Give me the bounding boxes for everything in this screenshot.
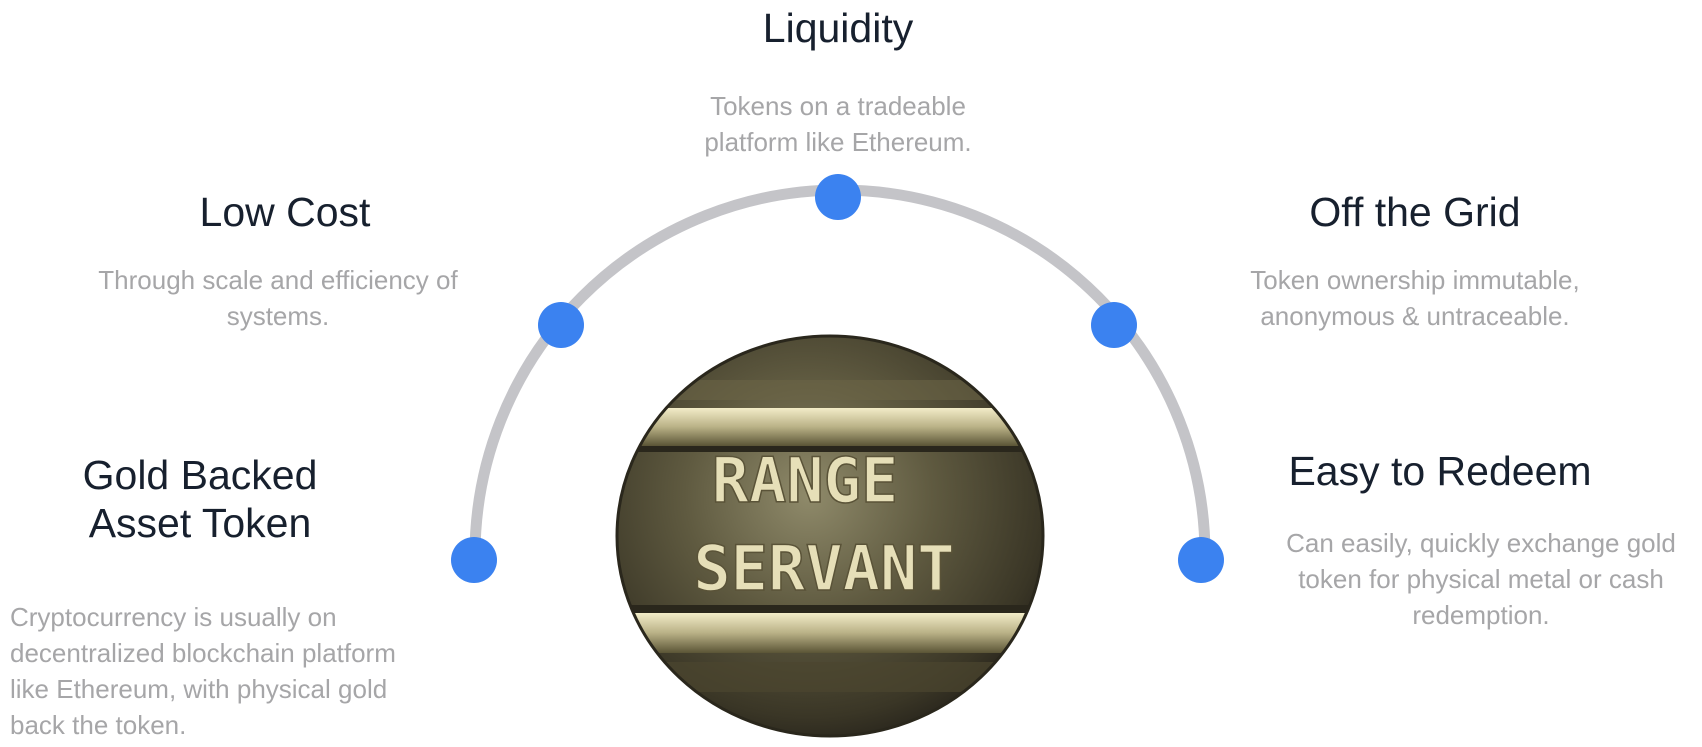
off-the-grid-description: Token ownership immutable, anonymous & u… xyxy=(1250,265,1580,331)
coin-line2: SERVANT xyxy=(693,532,954,605)
coin-line1: RANGE xyxy=(712,444,899,517)
low-cost-title: Low Cost xyxy=(199,189,371,235)
low-cost-description: Through scale and efficiency of systems. xyxy=(98,265,458,331)
diagram: RANGE SERVANT Liquidity Tokens on a trad… xyxy=(0,0,1702,747)
off-the-grid-title: Off the Grid xyxy=(1309,189,1521,235)
liquidity-description: Tokens on a tradeable platform like Ethe… xyxy=(704,91,972,157)
gold-backed-description: Cryptocurrency is usually on decentraliz… xyxy=(10,602,396,740)
gold-backed-title: Gold Backed Asset Token xyxy=(82,452,318,546)
node-low-cost xyxy=(538,302,584,348)
node-easy-to-redeem xyxy=(1178,537,1224,583)
node-gold-backed xyxy=(451,537,497,583)
easy-to-redeem-title: Easy to Redeem xyxy=(1288,448,1592,494)
liquidity-title: Liquidity xyxy=(762,5,914,51)
coin-image: RANGE SERVANT xyxy=(617,336,1043,736)
easy-to-redeem-description: Can easily, quickly exchange gold token … xyxy=(1286,528,1676,630)
node-off-the-grid xyxy=(1091,302,1137,348)
node-liquidity xyxy=(815,174,861,220)
